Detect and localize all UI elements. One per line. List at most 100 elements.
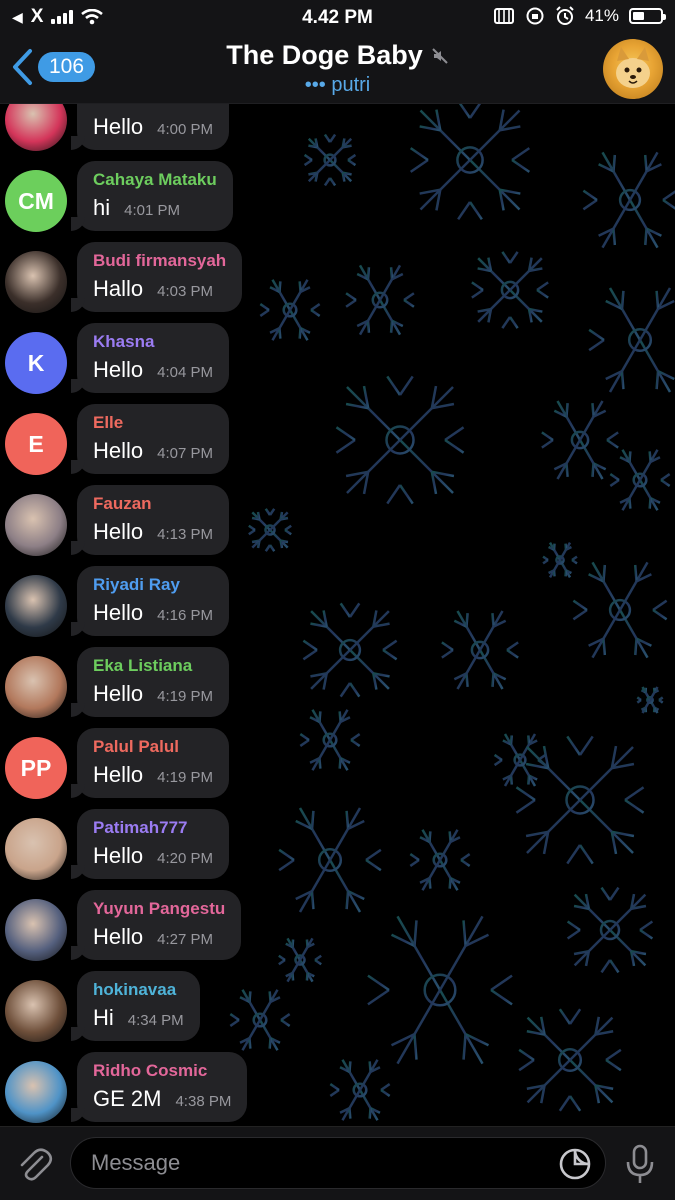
message-row[interactable]: K Khasna Hello 4:04 PM	[0, 323, 675, 401]
sender-avatar[interactable]: E	[5, 413, 67, 475]
message-content: Hello 4:00 PM	[93, 114, 213, 140]
alarm-icon	[556, 6, 574, 25]
microphone-icon[interactable]	[624, 1143, 656, 1185]
battery-icon	[629, 8, 666, 24]
chat-title: The Doge Baby	[226, 40, 449, 71]
message-content: Hello 4:07 PM	[93, 438, 213, 464]
message-time: 4:19 PM	[157, 688, 214, 705]
sender-avatar[interactable]: PP	[5, 737, 67, 799]
typing-user: putri	[331, 74, 371, 96]
sender-avatar[interactable]	[5, 818, 67, 880]
message-bubble[interactable]: Fauzan Hello 4:13 PM	[70, 485, 230, 555]
chat-title-text: The Doge Baby	[226, 40, 423, 70]
message-text: Hi	[93, 1005, 114, 1030]
sender-avatar[interactable]	[5, 899, 67, 961]
message-content: Hello 4:13 PM	[93, 519, 213, 545]
message-row[interactable]: Yuyun Pangestu Hello 4:27 PM	[0, 890, 675, 968]
message-content: Hello 4:19 PM	[93, 762, 213, 788]
message-text: Hello	[93, 924, 144, 949]
message-bubble[interactable]: Cahaya Mataku hi 4:01 PM	[71, 161, 233, 231]
sender-avatar[interactable]	[5, 104, 67, 151]
message-bubble[interactable]: Yuyun Pangestu Hello 4:27 PM	[70, 890, 242, 960]
sender-name[interactable]: Riyadi Ray	[93, 574, 213, 595]
message-row[interactable]: Patimah777 Hello 4:20 PM	[0, 809, 675, 887]
message-text: Hello	[93, 114, 144, 139]
message-time: 4:19 PM	[157, 769, 214, 786]
message-bubble[interactable]: Ridho Cosmic GE 2M 4:38 PM	[70, 1052, 248, 1122]
message-row[interactable]: Ridho Cosmic GE 2M 4:38 PM	[0, 1052, 675, 1126]
sticker-icon[interactable]	[558, 1147, 592, 1181]
message-content: Hello 4:27 PM	[93, 924, 225, 950]
sender-name[interactable]: Ridho Cosmic	[93, 1060, 231, 1081]
message-bubble[interactable]: Khasna Hello 4:04 PM	[70, 323, 230, 393]
message-bubble[interactable]: Palul Palul Hello 4:19 PM	[70, 728, 230, 798]
message-row[interactable]: Hello 4:00 PM	[0, 104, 675, 158]
sender-name[interactable]: Cahaya Mataku	[93, 169, 217, 190]
message-row[interactable]: Eka Listiana Hello 4:19 PM	[0, 647, 675, 725]
message-bubble[interactable]: Riyadi Ray Hello 4:16 PM	[70, 566, 230, 636]
message-time: 4:38 PM	[175, 1093, 232, 1110]
sender-avatar[interactable]: K	[5, 332, 67, 394]
message-list[interactable]: Hello 4:00 PM CM Cahaya Mataku hi 4:01 PM Budi…	[0, 104, 675, 1126]
message-row[interactable]: Budi firmansyah Hallo 4:03 PM	[0, 242, 675, 320]
message-content: hi 4:01 PM	[93, 195, 217, 221]
sender-name[interactable]: Patimah777	[93, 817, 213, 838]
message-row[interactable]: PP Palul Palul Hello 4:19 PM	[0, 728, 675, 806]
message-bubble[interactable]: hokinavaa Hi 4:34 PM	[71, 971, 200, 1041]
chat-title-area[interactable]: The Doge Baby ••• putri	[0, 40, 675, 97]
sender-name[interactable]: Palul Palul	[93, 736, 213, 757]
muted-icon	[432, 47, 448, 64]
sender-avatar[interactable]: CM	[5, 170, 67, 232]
message-row[interactable]: Riyadi Ray Hello 4:16 PM	[0, 566, 675, 644]
message-content: Hi 4:34 PM	[93, 1005, 184, 1031]
message-text: Hello	[93, 600, 144, 625]
composer-bar	[0, 1126, 675, 1200]
sender-name[interactable]: Khasna	[93, 331, 213, 352]
doge-avatar-icon	[616, 47, 650, 88]
sender-name[interactable]: Budi firmansyah	[93, 250, 226, 271]
message-time: 4:34 PM	[127, 1012, 184, 1029]
message-bubble[interactable]: Eka Listiana Hello 4:19 PM	[70, 647, 230, 717]
message-text: hi	[93, 195, 111, 220]
avatar-initials: PP	[20, 754, 52, 781]
message-time: 4:00 PM	[157, 121, 214, 138]
sender-name[interactable]	[93, 104, 213, 109]
attach-paperclip-icon[interactable]	[14, 1145, 54, 1185]
message-text: Hello	[93, 762, 144, 787]
message-content: Hello 4:04 PM	[93, 357, 213, 383]
sender-avatar[interactable]	[5, 251, 67, 313]
message-bubble[interactable]: Elle Hello 4:07 PM	[70, 404, 230, 474]
message-text: Hallo	[93, 276, 144, 301]
message-bubble[interactable]: Patimah777 Hello 4:20 PM	[70, 809, 230, 879]
message-time: 4:03 PM	[157, 283, 214, 300]
message-row[interactable]: CM Cahaya Mataku hi 4:01 PM	[0, 161, 675, 239]
message-bubble[interactable]: Budi firmansyah Hallo 4:03 PM	[70, 242, 243, 312]
sender-name[interactable]: Eka Listiana	[93, 655, 213, 676]
message-row[interactable]: hokinavaa Hi 4:34 PM	[0, 971, 675, 1049]
group-avatar[interactable]	[603, 39, 663, 99]
sender-name[interactable]: Fauzan	[93, 493, 213, 514]
orientation-lock-icon	[526, 7, 544, 25]
avatar-initials: K	[27, 349, 45, 376]
guitar-icon	[493, 8, 514, 24]
sender-avatar[interactable]	[5, 575, 67, 637]
message-row[interactable]: E Elle Hello 4:07 PM	[0, 404, 675, 482]
typing-dots-icon: •••	[304, 74, 326, 96]
sender-avatar[interactable]	[5, 1061, 67, 1123]
message-content: Hallo 4:03 PM	[93, 276, 226, 302]
message-text: Hello	[93, 843, 144, 868]
message-time: 4:04 PM	[157, 364, 214, 381]
message-text: Hello	[93, 519, 144, 544]
message-time: 4:01 PM	[124, 202, 180, 219]
sender-name[interactable]: Yuyun Pangestu	[93, 898, 225, 919]
typing-status: ••• putri	[0, 74, 675, 97]
sender-name[interactable]: Elle	[93, 412, 213, 433]
sender-avatar[interactable]	[5, 494, 67, 556]
message-time: 4:20 PM	[157, 850, 214, 867]
message-bubble[interactable]: Hello 4:00 PM	[70, 104, 230, 150]
message-row[interactable]: Fauzan Hello 4:13 PM	[0, 485, 675, 563]
sender-avatar[interactable]	[5, 656, 67, 718]
sender-name[interactable]: hokinavaa	[93, 979, 184, 1000]
sender-avatar[interactable]	[5, 980, 67, 1042]
message-input[interactable]	[70, 1137, 606, 1189]
